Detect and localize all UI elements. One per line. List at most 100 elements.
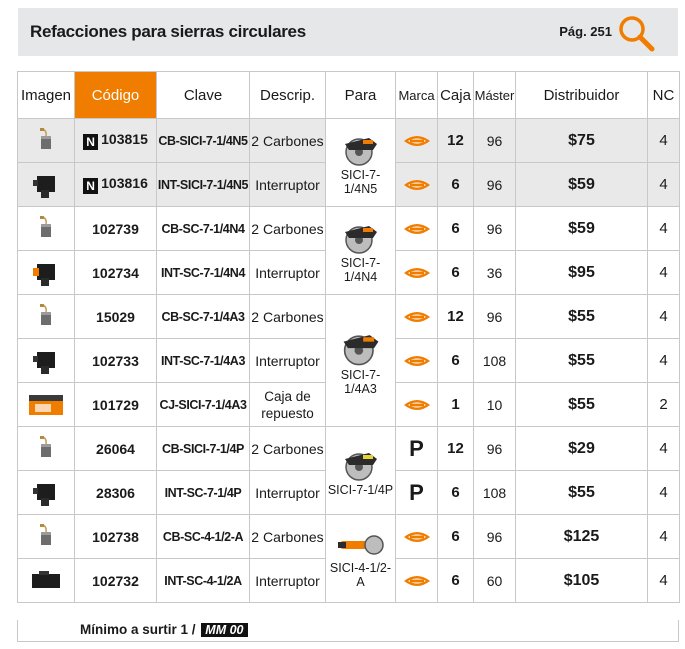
distribuidor-price: $75 (515, 118, 648, 163)
caja: 12 (437, 294, 474, 339)
clave: CJ-SICI-7-1/4A3 (156, 382, 250, 427)
caja: 6 (437, 206, 474, 251)
master: 60 (473, 558, 516, 603)
master: 96 (473, 118, 516, 163)
master: 96 (473, 514, 516, 559)
switch-image (33, 175, 55, 198)
codigo: 102739 (74, 206, 157, 251)
carbon-brush-image (39, 127, 52, 150)
caja: 6 (437, 338, 474, 383)
table-footer: Mínimo a surtir 1 / MM 00 (17, 620, 679, 642)
para-model: SICI-7-1/4N5 (340, 167, 381, 196)
table-row[interactable]: 102738 CB-SC-4-1/2-A 2 Carbones SICI-4-1… (17, 514, 680, 603)
para-model: SICI-7-1/4N4 (340, 255, 381, 284)
table-row[interactable]: N 103815 CB-SICI-7-1/4N5 2 Carbones SICI-… (17, 118, 680, 207)
nc: 4 (647, 426, 680, 471)
codigo: 28306 (74, 470, 157, 515)
codigo: 101729 (74, 382, 157, 427)
replacement-box-image (29, 394, 63, 415)
master: 108 (473, 338, 516, 383)
truper-logo-icon (403, 267, 430, 278)
distribuidor-price: $125 (515, 514, 648, 559)
descrip: 2 Carbones (249, 294, 326, 339)
nc: 4 (647, 250, 680, 295)
nc: 4 (647, 162, 680, 207)
descrip: Interruptor (249, 250, 326, 295)
nc: 4 (647, 206, 680, 251)
mm-badge: MM 00 (201, 623, 248, 637)
clave: INT-SICI-7-1/4N5 (156, 162, 250, 207)
master: 96 (473, 426, 516, 471)
caja: 12 (437, 426, 474, 471)
table-row[interactable]: 26064 CB-SICI-7-1/4P 2 Carbones SICI-7-1… (17, 426, 680, 515)
clave: CB-SICI-7-1/4P (156, 426, 250, 471)
table-row[interactable]: 15029 CB-SC-7-1/4A3 2 Carbones SICI-7-1/… (17, 294, 680, 427)
master: 10 (473, 382, 516, 427)
nc: 4 (647, 338, 680, 383)
truper-logo-icon (403, 311, 430, 322)
truper-logo-icon (403, 135, 430, 146)
clave: INT-SC-7-1/4N4 (156, 250, 250, 295)
distribuidor-price: $55 (515, 382, 648, 427)
clave: INT-SC-7-1/4A3 (156, 338, 250, 383)
truper-logo-icon (403, 179, 430, 190)
switch-image (33, 263, 55, 286)
para-model: SICI-7-1/4P (327, 482, 394, 497)
descrip: 2 Carbones (249, 426, 326, 471)
parts-table: Imagen Código Clave Descrip. Para Marca … (17, 71, 680, 603)
circular-saw-image (343, 136, 378, 166)
carbon-brush-image (39, 215, 52, 238)
col-para: Para (325, 71, 396, 119)
circular-saw-image (343, 451, 378, 481)
switch-image (33, 483, 55, 506)
caja: 6 (437, 558, 474, 603)
carbon-brush-image (39, 435, 52, 458)
page-title: Refacciones para sierras circulares (30, 22, 306, 41)
master: 96 (473, 162, 516, 207)
search-icon[interactable] (616, 13, 656, 53)
pretul-brand-mark: P (395, 470, 438, 515)
switch-image (32, 570, 60, 588)
clave: CB-SICI-7-1/4N5 (156, 118, 250, 163)
codigo: 103816 (101, 175, 148, 191)
master: 96 (473, 294, 516, 339)
nc: 4 (647, 294, 680, 339)
col-master: Máster (473, 71, 516, 119)
table-header-row: Imagen Código Clave Descrip. Para Marca … (17, 71, 680, 119)
master: 108 (473, 470, 516, 515)
nc: 4 (647, 514, 680, 559)
page-header: Refacciones para sierras circulares Pág.… (18, 8, 678, 56)
nc: 4 (647, 558, 680, 603)
distribuidor-price: $95 (515, 250, 648, 295)
angle-grinder-saw-image (337, 534, 384, 555)
pretul-brand-mark: P (395, 426, 438, 471)
caja: 1 (437, 382, 474, 427)
descrip: 2 Carbones (249, 206, 326, 251)
clave: CB-SC-4-1/2-A (156, 514, 250, 559)
page-number: Pág. 251 (559, 24, 612, 39)
caja: 6 (437, 162, 474, 207)
codigo: 26064 (74, 426, 157, 471)
col-codigo[interactable]: Código (74, 71, 157, 119)
codigo: 102738 (74, 514, 157, 559)
descrip: Interruptor (249, 338, 326, 383)
nc: 4 (647, 118, 680, 163)
col-descrip: Descrip. (249, 71, 326, 119)
carbon-brush-image (39, 303, 52, 326)
descrip: 2 Carbones (249, 118, 326, 163)
codigo: 102733 (74, 338, 157, 383)
para-model: SICI-4-1/2-A (329, 560, 392, 589)
table-row[interactable]: 102739 CB-SC-7-1/4N4 2 Carbones SICI-7-1… (17, 206, 680, 295)
descrip: 2 Carbones (249, 514, 326, 559)
distribuidor-price: $105 (515, 558, 648, 603)
codigo: 15029 (74, 294, 157, 339)
distribuidor-price: $59 (515, 162, 648, 207)
master: 96 (473, 206, 516, 251)
col-clave: Clave (156, 71, 250, 119)
caja: 6 (437, 250, 474, 295)
carbon-brush-image (39, 523, 52, 546)
clave: CB-SC-7-1/4N4 (156, 206, 250, 251)
truper-logo-icon (403, 223, 430, 234)
truper-logo-icon (403, 575, 430, 586)
switch-image (33, 351, 55, 374)
